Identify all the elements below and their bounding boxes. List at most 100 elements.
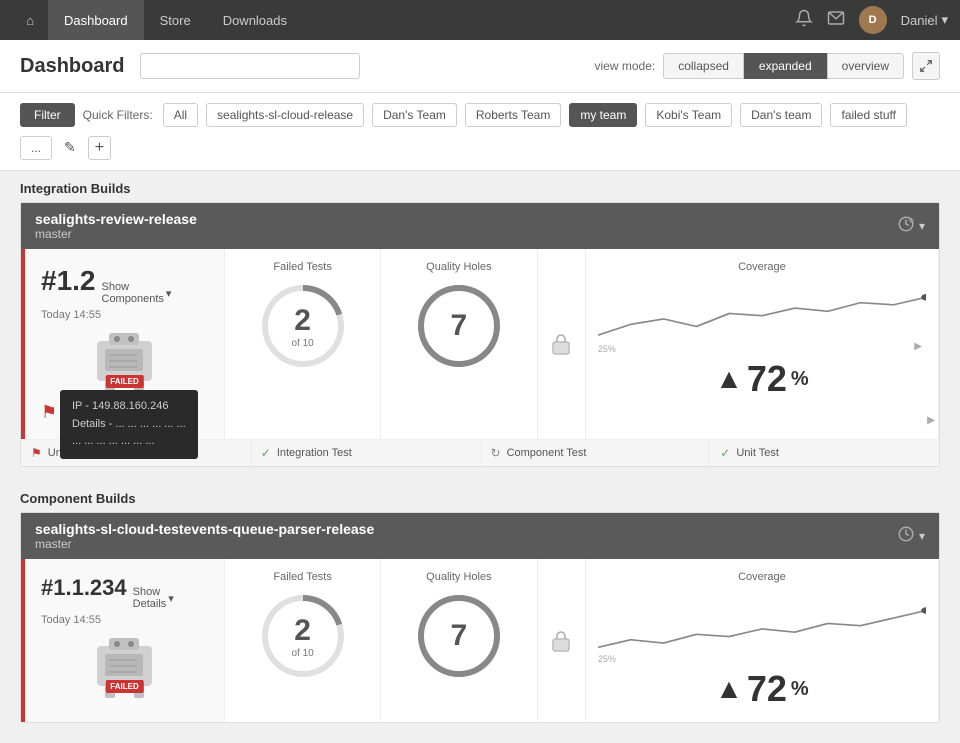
build-card-1-title: sealights-review-release xyxy=(35,211,197,227)
avatar[interactable]: D xyxy=(859,6,887,34)
coverage-arrow-up-2: ▲ xyxy=(715,673,743,705)
tooltip-details-value: ... ... ... ... ... ... xyxy=(115,418,185,430)
test-status-integration[interactable]: ✓ Integration Test xyxy=(251,440,481,466)
failed-donut-2: 2 of 10 xyxy=(258,591,348,681)
coverage-chart-2: 25% xyxy=(598,591,926,666)
show-details-btn[interactable]: ShowDetails ▾ xyxy=(133,586,174,610)
nav-downloads[interactable]: Downloads xyxy=(207,0,303,40)
view-overview[interactable]: overview xyxy=(827,53,904,79)
filter-roberts-team[interactable]: Roberts Team xyxy=(465,103,561,127)
lock-section-2 xyxy=(538,559,586,722)
filter-edit-icon[interactable]: ✎ xyxy=(60,135,80,160)
build-date-2: Today 14:55 xyxy=(41,614,208,626)
section-component-builds: Component Builds xyxy=(0,487,960,512)
tooltip-ip-label: IP - xyxy=(72,400,89,412)
mail-icon[interactable] xyxy=(827,9,845,32)
build-date-1: Today 14:55 xyxy=(41,309,208,321)
top-nav: ⌂ Dashboard Store Downloads D Daniel ▾ xyxy=(0,0,960,40)
coverage-label-2: Coverage xyxy=(738,571,786,583)
build-card-2-body: #1.1.234 ShowDetails ▾ Today 14:55 xyxy=(21,559,939,722)
filter-button[interactable]: Filter xyxy=(20,103,75,127)
unit-test-2-check-icon: ✓ xyxy=(720,446,730,460)
filter-my-team[interactable]: my team xyxy=(569,103,637,127)
tooltip-details: Details - ... ... ... ... ... ... xyxy=(72,416,186,434)
integration-test-check-icon: ✓ xyxy=(261,446,271,460)
view-collapsed[interactable]: collapsed xyxy=(663,53,744,79)
filter-dans-team2[interactable]: Dan's team xyxy=(740,103,822,127)
quality-donut-svg-2 xyxy=(414,591,504,681)
failed-tests-label: Failed Tests xyxy=(273,261,332,273)
quality-holes-section-2: Quality Holes 7 xyxy=(381,559,537,722)
card-dropdown-arrow[interactable]: ▾ xyxy=(919,219,925,233)
page-title: Dashboard xyxy=(20,55,124,78)
donut-svg xyxy=(258,281,348,371)
clock-icon-2[interactable] xyxy=(897,525,915,548)
coverage-value-2: 72 xyxy=(747,668,787,710)
search-input[interactable] xyxy=(140,53,360,79)
unit-test-flag-icon: ⚑ xyxy=(31,446,42,460)
test-status-unit-2[interactable]: ✓ Unit Test xyxy=(710,440,939,466)
lock-icon xyxy=(551,332,571,356)
home-button[interactable]: ⌂ xyxy=(12,0,48,40)
notification-icon[interactable] xyxy=(795,9,813,32)
clock-icon[interactable] xyxy=(897,215,915,238)
card-2-dropdown-arrow[interactable]: ▾ xyxy=(919,529,925,543)
quality-holes-label-2: Quality Holes xyxy=(426,571,491,583)
coverage-25-label-2: 25% xyxy=(598,654,616,664)
coverage-section-2: Coverage 25% ▲ 72 % xyxy=(586,559,939,722)
quality-holes-section: Quality Holes 7 ▶ xyxy=(381,249,537,439)
user-menu[interactable]: Daniel ▾ xyxy=(901,12,948,28)
show-components-btn[interactable]: ShowComponents ▾ xyxy=(102,281,172,305)
filter-failed-stuff[interactable]: failed stuff xyxy=(830,103,906,127)
view-expanded[interactable]: expanded xyxy=(744,53,827,79)
quick-filters-label: Quick Filters: xyxy=(83,108,153,122)
user-name: Daniel xyxy=(901,13,938,28)
integration-test-label: Integration Test xyxy=(277,447,352,459)
filter-kobis-team[interactable]: Kobi's Team xyxy=(645,103,732,127)
show-label: ShowComponents xyxy=(102,281,164,305)
coverage-percent: % xyxy=(791,368,809,391)
coverage-chart: 25% ▶ xyxy=(598,281,926,356)
failed-donut-svg-2 xyxy=(258,591,348,681)
build-card-2-subtitle: master xyxy=(35,537,374,551)
coverage-25-label: 25% xyxy=(598,344,616,354)
build-robot-1: FAILED xyxy=(41,331,208,396)
expand-button[interactable] xyxy=(912,52,940,80)
failed-tests-donut: 2 of 10 xyxy=(258,281,348,371)
section-integration-builds: Integration Builds xyxy=(0,171,960,202)
view-mode-label: view mode: xyxy=(595,59,656,73)
lock-icon-2 xyxy=(551,629,571,653)
build-card-1-actions: ▾ xyxy=(897,215,925,238)
build-info-2: #1.1.234 ShowDetails ▾ Today 14:55 xyxy=(25,559,225,722)
build-card-1-subtitle: master xyxy=(35,227,197,241)
failed-tests-label-2: Failed Tests xyxy=(273,571,332,583)
page-header: Dashboard view mode: collapsed expanded … xyxy=(0,40,960,93)
filter-bar: Filter Quick Filters: All sealights-sl-c… xyxy=(0,93,960,171)
coverage-value-display-2: ▲ 72 % xyxy=(715,668,809,710)
filter-sealights[interactable]: sealights-sl-cloud-release xyxy=(206,103,364,127)
filter-dans-team[interactable]: Dan's Team xyxy=(372,103,457,127)
quality-donut-2: 7 xyxy=(414,591,504,681)
coverage-percent-2: % xyxy=(791,678,809,701)
unit-test-2-label: Unit Test xyxy=(736,447,779,459)
nav-store[interactable]: Store xyxy=(144,0,207,40)
tooltip-details-label: Details - xyxy=(72,418,112,430)
nav-dashboard[interactable]: Dashboard xyxy=(48,0,144,40)
test-status-component[interactable]: ↻ Component Test xyxy=(481,440,711,466)
failed-tests-section-2: Failed Tests 2 of 10 xyxy=(225,559,381,722)
lock-section xyxy=(538,249,586,439)
filter-all[interactable]: All xyxy=(163,103,198,127)
show-label-2: ShowDetails xyxy=(133,586,167,610)
filter-add-button[interactable]: + xyxy=(88,136,111,160)
build-number-1: #1.2 xyxy=(41,265,96,297)
view-mode-controls: view mode: collapsed expanded overview xyxy=(595,52,940,80)
component-test-label: Component Test xyxy=(507,447,587,459)
coverage-section: Coverage 25% ▶ ▲ 72 % xyxy=(586,249,939,439)
tooltip-ip: IP - 149.88.160.246 xyxy=(72,398,186,416)
coverage-value-display: ▲ 72 % xyxy=(715,358,809,400)
coverage-line-chart-2 xyxy=(598,591,926,656)
tooltip-line3: ... ... ... ... ... ... ... xyxy=(72,433,186,451)
filter-more[interactable]: ... xyxy=(20,136,52,160)
quality-holes-donut: 7 xyxy=(414,281,504,371)
quality-holes-label: Quality Holes xyxy=(426,261,491,273)
